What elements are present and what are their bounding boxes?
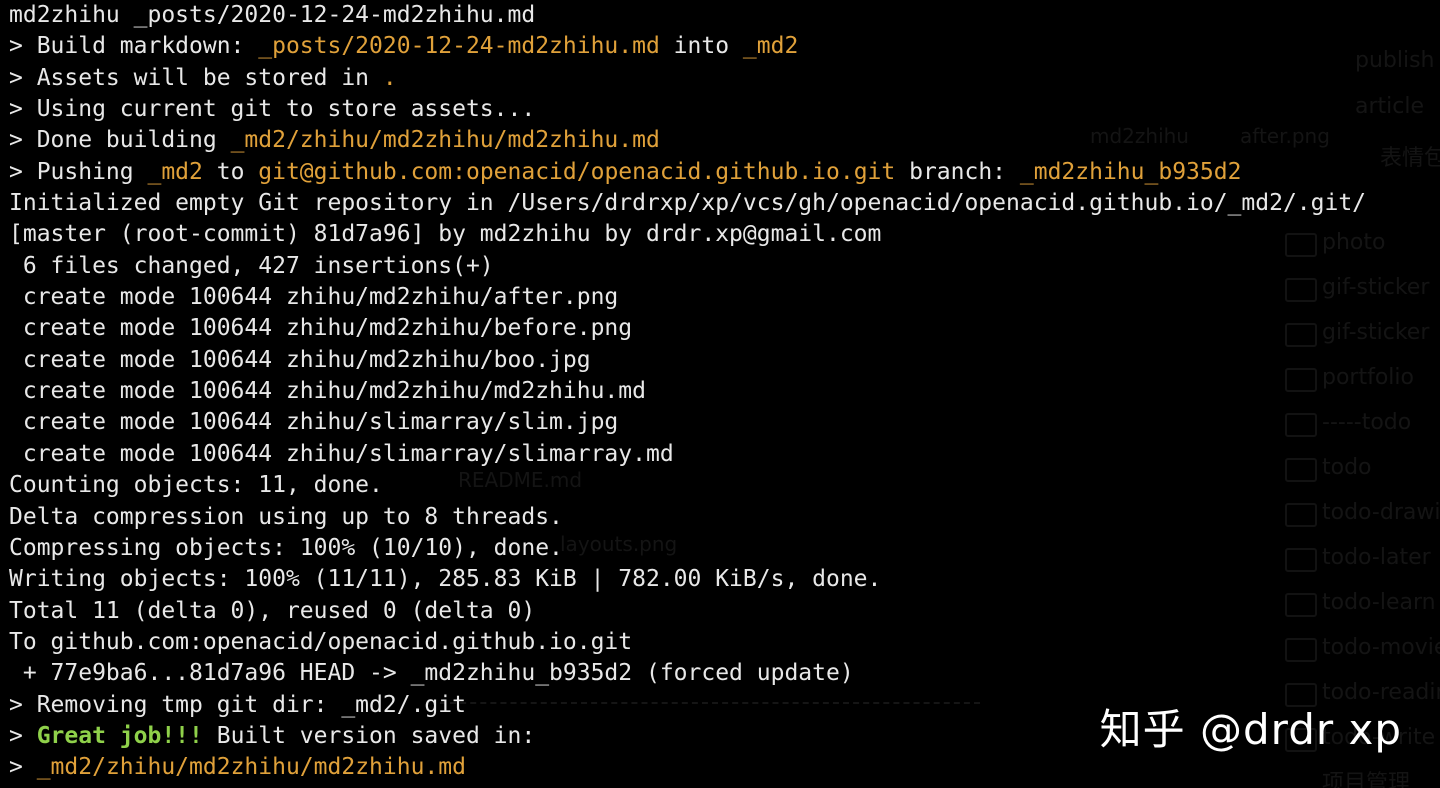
terminal-line: Compressing objects: 100% (10/10), done. [9,533,1434,564]
output-text: > Build markdown: [9,33,259,60]
output-text: Compressing objects: 100% (10/10), done. [9,534,563,561]
terminal-line: To github.com:openacid/openacid.github.i… [9,627,1434,658]
terminal-line: Total 11 (delta 0), reused 0 (delta 0) [9,596,1434,627]
output-text: to [202,158,259,185]
path-text: . [382,64,397,91]
output-text: Total 11 (delta 0), reused 0 (delta 0) [9,597,536,624]
output-text: Initialized empty Git repository in /Use… [9,190,1367,217]
output-text: > Removing tmp git dir: _md2/.git [9,691,466,718]
terminal-line: create mode 100644 zhihu/md2zhihu/md2zhi… [9,376,1434,407]
output-text: 6 files changed, 427 insertions(+) [9,252,494,279]
terminal-line: > Using current git to store assets... [9,94,1434,125]
terminal-line: Delta compression using up to 8 threads. [9,502,1434,533]
output-text: > [9,754,37,781]
output-text: create mode 100644 zhihu/slimarray/slim.… [9,409,619,436]
terminal-line: [master (root-commit) 81d7a96] by md2zhi… [9,219,1434,250]
terminal-line: > Build markdown: _posts/2020-12-24-md2z… [9,31,1434,62]
success-text: Great job!!! [36,722,203,749]
output-text: create mode 100644 zhihu/md2zhihu/before… [9,315,633,342]
output-text: create mode 100644 zhihu/slimarray/slima… [9,440,674,467]
terminal-line: create mode 100644 zhihu/slimarray/slima… [9,439,1434,470]
path-text: _md2/zhihu/md2zhihu/md2zhihu.md [230,127,660,154]
terminal-line: create mode 100644 zhihu/md2zhihu/before… [9,313,1434,344]
output-text: branch: [895,158,1020,185]
terminal-line: Initialized empty Git repository in /Use… [9,188,1434,219]
path-text: _md2 [147,158,203,185]
output-text: into [659,33,743,60]
output-text: > Using current git to store assets... [9,96,536,123]
output-text: create mode 100644 zhihu/md2zhihu/md2zhi… [9,378,646,405]
output-text: Counting objects: 11, done. [9,472,383,499]
zhihu-watermark: 知乎 @drdr xp [1099,705,1402,754]
output-text: > Done building [9,127,231,154]
output-text: create mode 100644 zhihu/md2zhihu/after.… [9,284,619,311]
terminal-line: Writing objects: 100% (11/11), 285.83 Ki… [9,564,1434,595]
output-text: > Assets will be stored in [9,64,383,91]
output-text: > Pushing [9,158,148,185]
output-text: Delta compression using up to 8 threads. [9,503,563,530]
path-text: _posts/2020-12-24-md2zhihu.md [258,33,660,60]
terminal-line: md2zhihu _posts/2020-12-24-md2zhihu.md [9,0,1434,31]
output-text: Built version saved in: [202,722,536,749]
output-text: [master (root-commit) 81d7a96] by md2zhi… [9,221,882,248]
output-text: md2zhihu _posts/2020-12-24-md2zhihu.md [9,2,536,28]
output-text: > [9,722,37,749]
terminal-line: > Done building _md2/zhihu/md2zhihu/md2z… [9,125,1434,156]
terminal-line: > Pushing _md2 to git@github.com:openaci… [9,157,1434,188]
terminal-line: + 77e9ba6...81d7a96 HEAD -> _md2zhihu_b9… [9,658,1434,689]
terminal-line: create mode 100644 zhihu/slimarray/slim.… [9,407,1434,438]
output-text: Writing objects: 100% (11/11), 285.83 Ki… [9,566,882,593]
path-text: git@github.com:openacid/openacid.github.… [258,158,896,185]
terminal-line: Counting objects: 11, done. [9,470,1434,501]
path-text: _md2 [742,33,799,60]
path-text: _md2/zhihu/md2zhihu/md2zhihu.md [36,754,466,781]
terminal-line: create mode 100644 zhihu/md2zhihu/boo.jp… [9,345,1434,376]
output-text: To github.com:openacid/openacid.github.i… [9,628,633,655]
terminal-output: md2zhihu _posts/2020-12-24-md2zhihu.md > … [9,0,1434,784]
path-text: _md2zhihu_b935d2 [1019,158,1242,185]
output-text: + 77e9ba6...81d7a96 HEAD -> _md2zhihu_b9… [9,660,854,687]
terminal-line: > Assets will be stored in . [9,63,1434,94]
terminal-line: create mode 100644 zhihu/md2zhihu/after.… [9,282,1434,313]
output-text: create mode 100644 zhihu/md2zhihu/boo.jp… [9,346,591,373]
terminal-line: 6 files changed, 427 insertions(+) [9,251,1434,282]
